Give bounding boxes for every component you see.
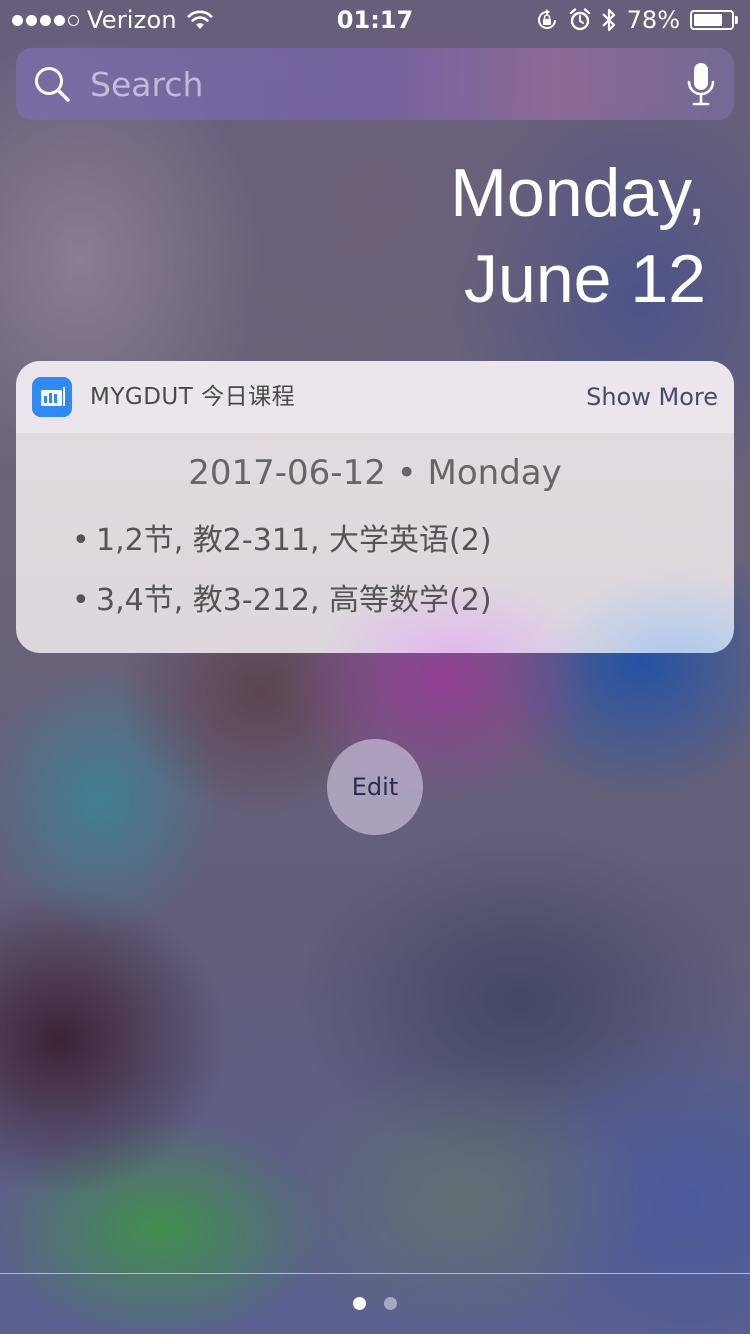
status-bar: Verizon 01:17 78%	[0, 0, 750, 40]
course-item: • 1,2节, 教2-311, 大学英语(2)	[72, 521, 492, 581]
widget-date-line: 2017-06-12 • Monday	[188, 453, 562, 493]
course-widget[interactable]: MYGDUT 今日课程 Show More 2017-06-12 • Monda…	[16, 361, 734, 653]
page-indicator[interactable]	[0, 1297, 750, 1310]
widget-header: MYGDUT 今日课程 Show More	[16, 361, 734, 433]
today-date: Monday, June 12	[450, 150, 706, 322]
search-input[interactable]	[88, 60, 670, 108]
page-dot[interactable]	[353, 1297, 366, 1310]
search-icon	[35, 67, 70, 102]
list-bullet: •	[72, 583, 90, 618]
battery-percent: 78%	[626, 6, 680, 34]
status-right: 78%	[535, 5, 738, 35]
bluetooth-icon	[601, 8, 615, 32]
battery-fill	[694, 14, 723, 26]
mygdut-app-icon	[32, 377, 72, 417]
widget-app-name: MYGDUT 今日课程	[90, 384, 296, 410]
search-bar[interactable]	[16, 48, 734, 120]
battery-icon	[690, 10, 738, 30]
orientation-lock-icon	[537, 9, 556, 29]
battery-tip	[735, 16, 738, 24]
list-bullet: •	[72, 523, 90, 558]
page-dot[interactable]	[384, 1297, 397, 1310]
bottom-divider	[0, 1273, 750, 1274]
microphone-icon[interactable]	[686, 60, 716, 108]
alarm-icon	[569, 8, 590, 31]
course-text: 3,4节, 教3-212, 高等数学(2)	[96, 583, 492, 618]
course-list: • 1,2节, 教2-311, 大学英语(2) • 3,4节, 教3-212, 高等…	[72, 521, 492, 641]
battery-body	[690, 10, 734, 30]
date-month-day: June 12	[464, 241, 706, 317]
edit-button[interactable]: Edit	[327, 739, 423, 835]
course-item: • 3,4节, 教3-212, 高等数学(2)	[72, 581, 492, 641]
date-weekday: Monday,	[450, 155, 706, 231]
course-text: 1,2节, 教2-311, 大学英语(2)	[96, 523, 492, 558]
show-more-button[interactable]: Show More	[586, 381, 718, 413]
